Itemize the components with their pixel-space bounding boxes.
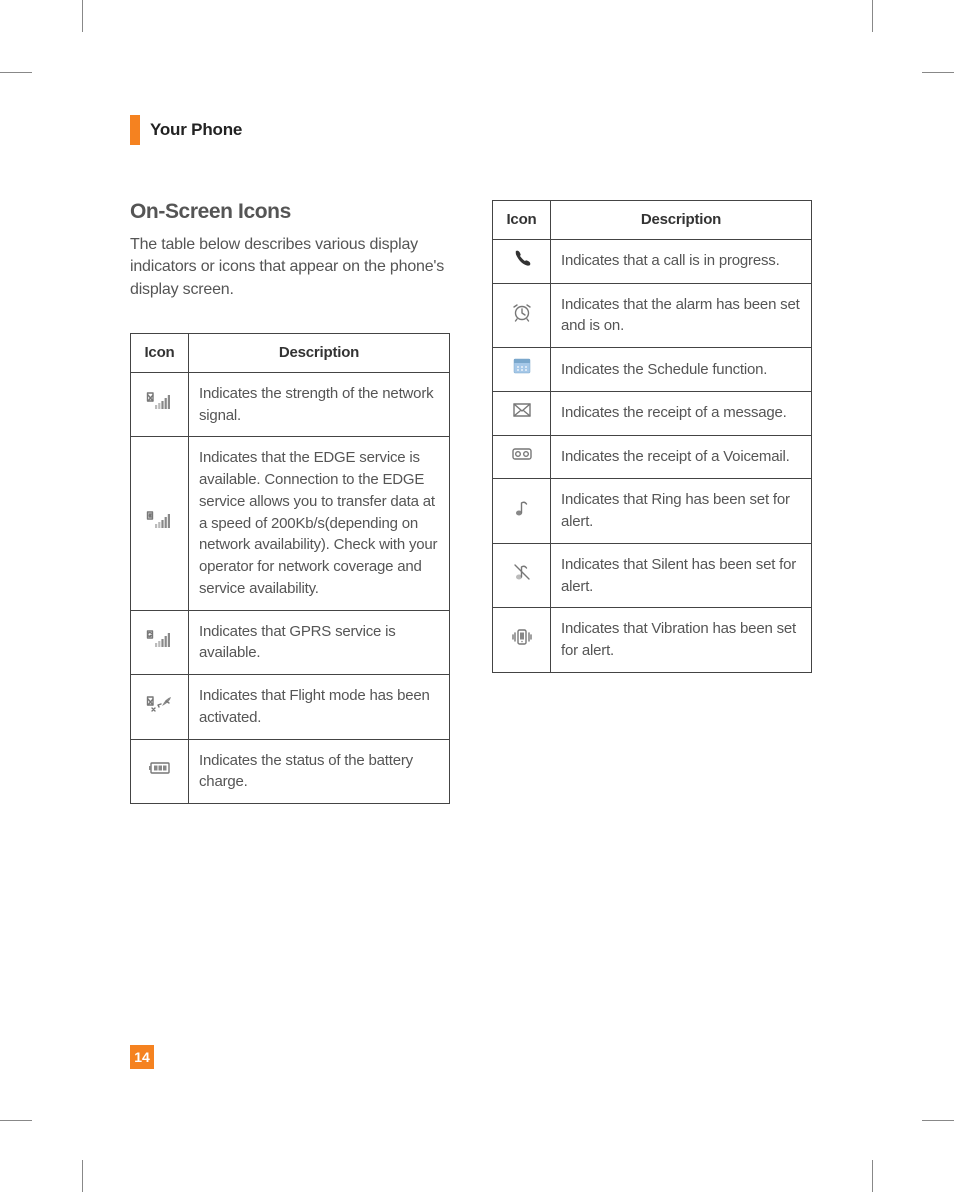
table-row: Indicates that GPRS service is available…	[131, 610, 450, 675]
section-title: On-Screen Icons	[130, 200, 450, 224]
header-description: Description	[189, 334, 450, 373]
table-row: Indicates that a call is in progress.	[493, 239, 812, 283]
content-columns: On-Screen Icons The table below describe…	[130, 200, 820, 804]
cell-description: Indicates that GPRS service is available…	[189, 610, 450, 675]
cell-description: Indicates the receipt of a Voicemail.	[551, 435, 812, 479]
vibration-alert-icon	[493, 608, 551, 673]
cell-description: Indicates that the EDGE service is avail…	[189, 437, 450, 610]
table-row: Indicates the Schedule function.	[493, 348, 812, 392]
alarm-icon	[493, 283, 551, 348]
icon-table-left: Icon Description	[130, 333, 450, 804]
header-icon: Icon	[493, 201, 551, 240]
table-row: Indicates the status of the battery char…	[131, 739, 450, 804]
header-title: Your Phone	[150, 120, 242, 140]
schedule-icon	[493, 348, 551, 392]
cell-description: Indicates the status of the battery char…	[189, 739, 450, 804]
table-row: Indicates that the alarm has been set an…	[493, 283, 812, 348]
header-description: Description	[551, 201, 812, 240]
left-column: On-Screen Icons The table below describe…	[130, 200, 450, 804]
edge-service-icon	[131, 437, 189, 610]
cell-description: Indicates the receipt of a message.	[551, 391, 812, 435]
ring-alert-icon	[493, 479, 551, 544]
cell-description: Indicates that a call is in progress.	[551, 239, 812, 283]
right-column: Icon Description Indicates that a call i…	[492, 200, 812, 673]
table-row: Indicates that Silent has been set for a…	[493, 543, 812, 608]
table-row: Indicates that Ring has been set for ale…	[493, 479, 812, 544]
battery-icon	[131, 739, 189, 804]
cell-description: Indicates that Vibration has been set fo…	[551, 608, 812, 673]
silent-alert-icon	[493, 543, 551, 608]
gprs-service-icon	[131, 610, 189, 675]
signal-strength-icon	[131, 372, 189, 437]
flight-mode-icon	[131, 675, 189, 740]
table-row: Indicates that the EDGE service is avail…	[131, 437, 450, 610]
section-intro: The table below describes various displa…	[130, 234, 450, 301]
table-row: Indicates that Flight mode has been acti…	[131, 675, 450, 740]
table-header-row: Icon Description	[131, 334, 450, 373]
cell-description: Indicates the Schedule function.	[551, 348, 812, 392]
table-row: Indicates that Vibration has been set fo…	[493, 608, 812, 673]
message-icon	[493, 391, 551, 435]
call-in-progress-icon	[493, 239, 551, 283]
header-accent-bar	[130, 115, 140, 145]
page-header: Your Phone	[130, 115, 820, 145]
page-content: Your Phone On-Screen Icons The table bel…	[130, 115, 820, 804]
table-row: Indicates the receipt of a Voicemail.	[493, 435, 812, 479]
page-number: 14	[130, 1045, 154, 1069]
icon-table-right: Icon Description Indicates that a call i…	[492, 200, 812, 673]
cell-description: Indicates that Ring has been set for ale…	[551, 479, 812, 544]
header-icon: Icon	[131, 334, 189, 373]
cell-description: Indicates the strength of the network si…	[189, 372, 450, 437]
table-header-row: Icon Description	[493, 201, 812, 240]
cell-description: Indicates that Flight mode has been acti…	[189, 675, 450, 740]
cell-description: Indicates that Silent has been set for a…	[551, 543, 812, 608]
cell-description: Indicates that the alarm has been set an…	[551, 283, 812, 348]
table-row: Indicates the strength of the network si…	[131, 372, 450, 437]
table-row: Indicates the receipt of a message.	[493, 391, 812, 435]
voicemail-icon	[493, 435, 551, 479]
